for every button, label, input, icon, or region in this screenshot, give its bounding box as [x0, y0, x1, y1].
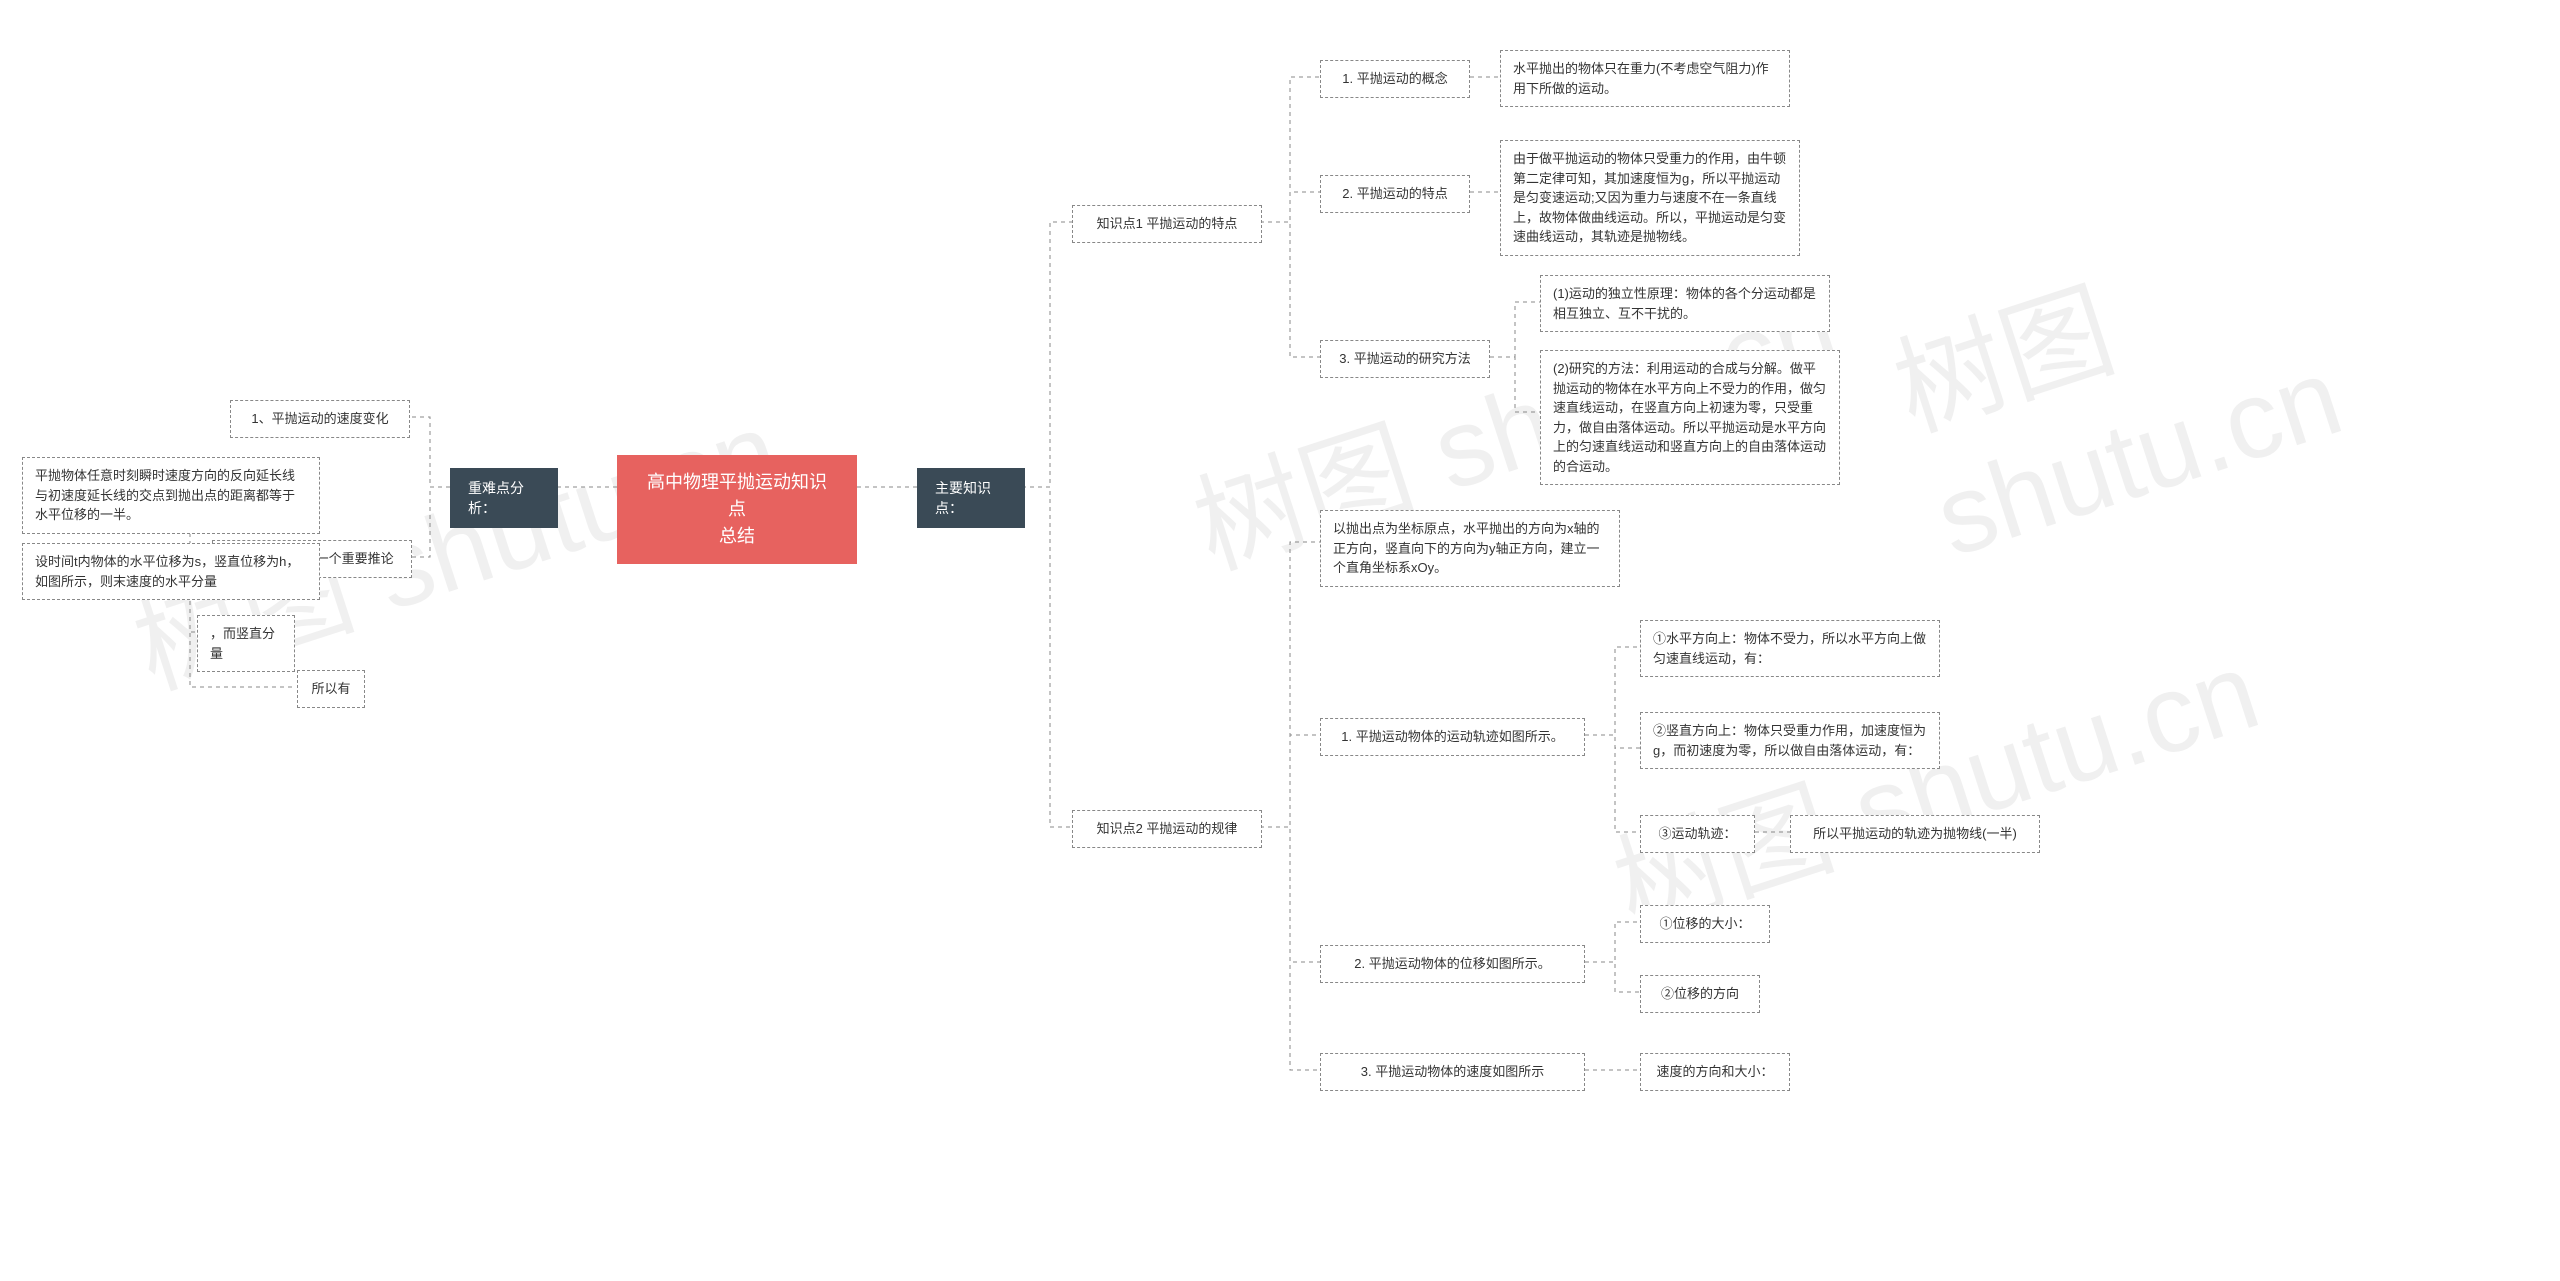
- k1-b1: 由于做平抛运动的物体只受重力的作用，由牛顿第二定律可知，其加速度恒为g，所以平抛…: [1500, 140, 1800, 256]
- k1-c2: (2)研究的方法：利用运动的合成与分解。做平抛运动的物体在水平方向上不受力的作用…: [1540, 350, 1840, 485]
- cat-right: 主要知识点：: [917, 468, 1025, 528]
- k1-a1: 水平抛出的物体只在重力(不考虑空气阻力)作用下所做的运动。: [1500, 50, 1790, 107]
- left-n2b: 设时间t内物体的水平位移为s，竖直位移为h，如图所示，则末速度的水平分量: [22, 543, 320, 600]
- k1-b: 2. 平抛运动的特点: [1320, 175, 1470, 213]
- watermark: 树图 shutu.cn: [1872, 105, 2560, 582]
- k1-c: 3. 平抛运动的研究方法: [1320, 340, 1490, 378]
- k2-a1: ①水平方向上：物体不受力，所以水平方向上做匀速直线运动，有：: [1640, 620, 1940, 677]
- k1-title: 知识点1 平抛运动的特点: [1072, 205, 1262, 243]
- k2-a2: ②竖直方向上：物体只受重力作用，加速度恒为g，而初速度为零，所以做自由落体运动，…: [1640, 712, 1940, 769]
- left-n2a: 平抛物体任意时刻瞬时速度方向的反向延长线与初速度延长线的交点到抛出点的距离都等于…: [22, 457, 320, 534]
- root-node: 高中物理平抛运动知识点 总结: [617, 455, 857, 564]
- left-n1: 1、平抛运动的速度变化: [230, 400, 410, 438]
- k2-title: 知识点2 平抛运动的规律: [1072, 810, 1262, 848]
- left-n2c: ，而竖直分量: [197, 615, 295, 672]
- k2-a3: ③运动轨迹：: [1640, 815, 1755, 853]
- k2-b1: ①位移的大小：: [1640, 905, 1770, 943]
- k1-c1: (1)运动的独立性原理：物体的各个分运动都是相互独立、互不干扰的。: [1540, 275, 1830, 332]
- k2-b: 2. 平抛运动物体的位移如图所示。: [1320, 945, 1585, 983]
- cat-left: 重难点分析：: [450, 468, 558, 528]
- k2-a: 1. 平抛运动物体的运动轨迹如图所示。: [1320, 718, 1585, 756]
- k2-intro: 以抛出点为坐标原点，水平抛出的方向为x轴的正方向，竖直向下的方向为y轴正方向，建…: [1320, 510, 1620, 587]
- connector-lines: [0, 0, 2560, 1281]
- k2-a3b: 所以平抛运动的轨迹为抛物线(一半): [1790, 815, 2040, 853]
- k2-b2: ②位移的方向: [1640, 975, 1760, 1013]
- k2-c1: 速度的方向和大小：: [1640, 1053, 1790, 1091]
- left-n2d: 所以有: [297, 670, 365, 708]
- k2-c: 3. 平抛运动物体的速度如图所示: [1320, 1053, 1585, 1091]
- k1-a: 1. 平抛运动的概念: [1320, 60, 1470, 98]
